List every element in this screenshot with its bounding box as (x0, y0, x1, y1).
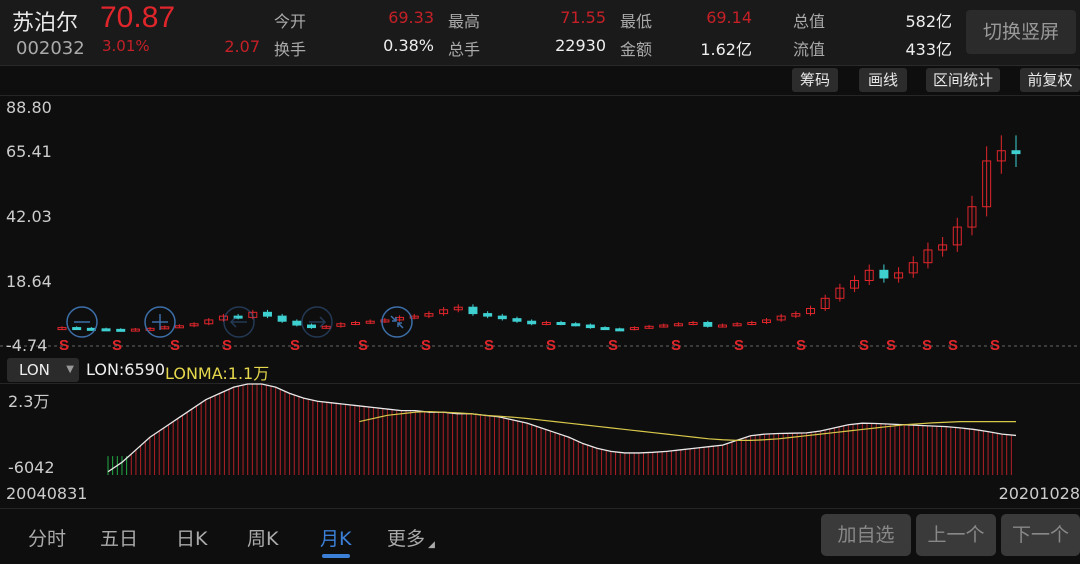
candle-body (292, 320, 302, 326)
sell-signal: S (922, 337, 932, 354)
left-icon[interactable] (223, 306, 255, 338)
candle-body (277, 315, 287, 322)
sell-signal: S (608, 337, 618, 354)
candle-body (571, 323, 581, 327)
lon-axis-bottom: -6042 (8, 458, 55, 477)
nav-button[interactable]: 上一个 (916, 514, 996, 556)
candle-body (468, 306, 478, 315)
candle-body (483, 313, 493, 317)
candle-body (556, 321, 566, 325)
price-axis-label: 65.41 (6, 142, 52, 161)
candle-body (615, 328, 625, 332)
sell-signal: S (421, 337, 431, 354)
period-tab[interactable]: 五日 (100, 524, 138, 551)
candle-body (703, 321, 713, 327)
dropdown-arrow-icon: ▼ (66, 364, 74, 375)
sell-signal: S (484, 337, 494, 354)
nav-button[interactable]: 下一个 (1001, 514, 1080, 556)
lon-value: LON:6590 (86, 360, 166, 379)
candle-body (1011, 150, 1021, 155)
more-arrow-icon: ◢ (428, 540, 435, 550)
candle-body (116, 328, 126, 332)
price-axis-label: 42.03 (6, 207, 52, 226)
sell-signal: S (222, 337, 232, 354)
nav-button[interactable]: 加自选 (821, 514, 911, 556)
candle-body (585, 324, 595, 329)
period-tab[interactable]: 更多 (387, 524, 425, 551)
sell-signal: S (948, 337, 958, 354)
period-tab[interactable]: 周K (247, 524, 278, 551)
sell-signal: S (859, 337, 869, 354)
plus-icon[interactable] (144, 306, 176, 338)
candle-body (307, 324, 317, 329)
lonma-line (359, 410, 1016, 442)
candle-body (879, 269, 889, 279)
candle-body (527, 320, 537, 325)
sell-signal: S (796, 337, 806, 354)
end-date: 20201028 (998, 484, 1080, 503)
period-tab[interactable]: 日K (176, 524, 207, 551)
period-tab[interactable]: 分时 (28, 524, 66, 551)
candle-body (72, 327, 82, 331)
indicator-select-value: LON (19, 361, 50, 379)
sell-signal: S (358, 337, 368, 354)
sell-signal: S (170, 337, 180, 354)
candle-body (101, 328, 111, 332)
active-tab-indicator (322, 554, 350, 558)
price-axis-label: 88.80 (6, 98, 52, 117)
indicator-select[interactable]: LON ▼ (7, 358, 79, 382)
sell-signal: S (886, 337, 896, 354)
lonma-value: LONMA:1.1万 (165, 364, 270, 383)
period-tab[interactable]: 月K (320, 524, 351, 551)
sell-signal: S (671, 337, 681, 354)
sell-signal: S (112, 337, 122, 354)
sell-signal: S (546, 337, 556, 354)
candle-body (497, 315, 507, 320)
lon-axis-top: 2.3万 (8, 392, 50, 411)
sell-signal: S (290, 337, 300, 354)
price-axis-label: -4.74 (6, 336, 48, 355)
candle-body (262, 311, 272, 317)
sell-signal: S (734, 337, 744, 354)
candle-body (512, 318, 522, 322)
sell-signal: S (990, 337, 1000, 354)
sell-signal: S (59, 337, 69, 354)
kline-chart[interactable]: SSSSSSSSSSSSSSSSSS (0, 0, 1080, 510)
price-axis-label: 18.64 (6, 272, 52, 291)
right-icon[interactable] (301, 306, 333, 338)
candle-body (600, 327, 610, 331)
start-date: 20040831 (6, 484, 88, 503)
minus-icon[interactable] (66, 306, 98, 338)
